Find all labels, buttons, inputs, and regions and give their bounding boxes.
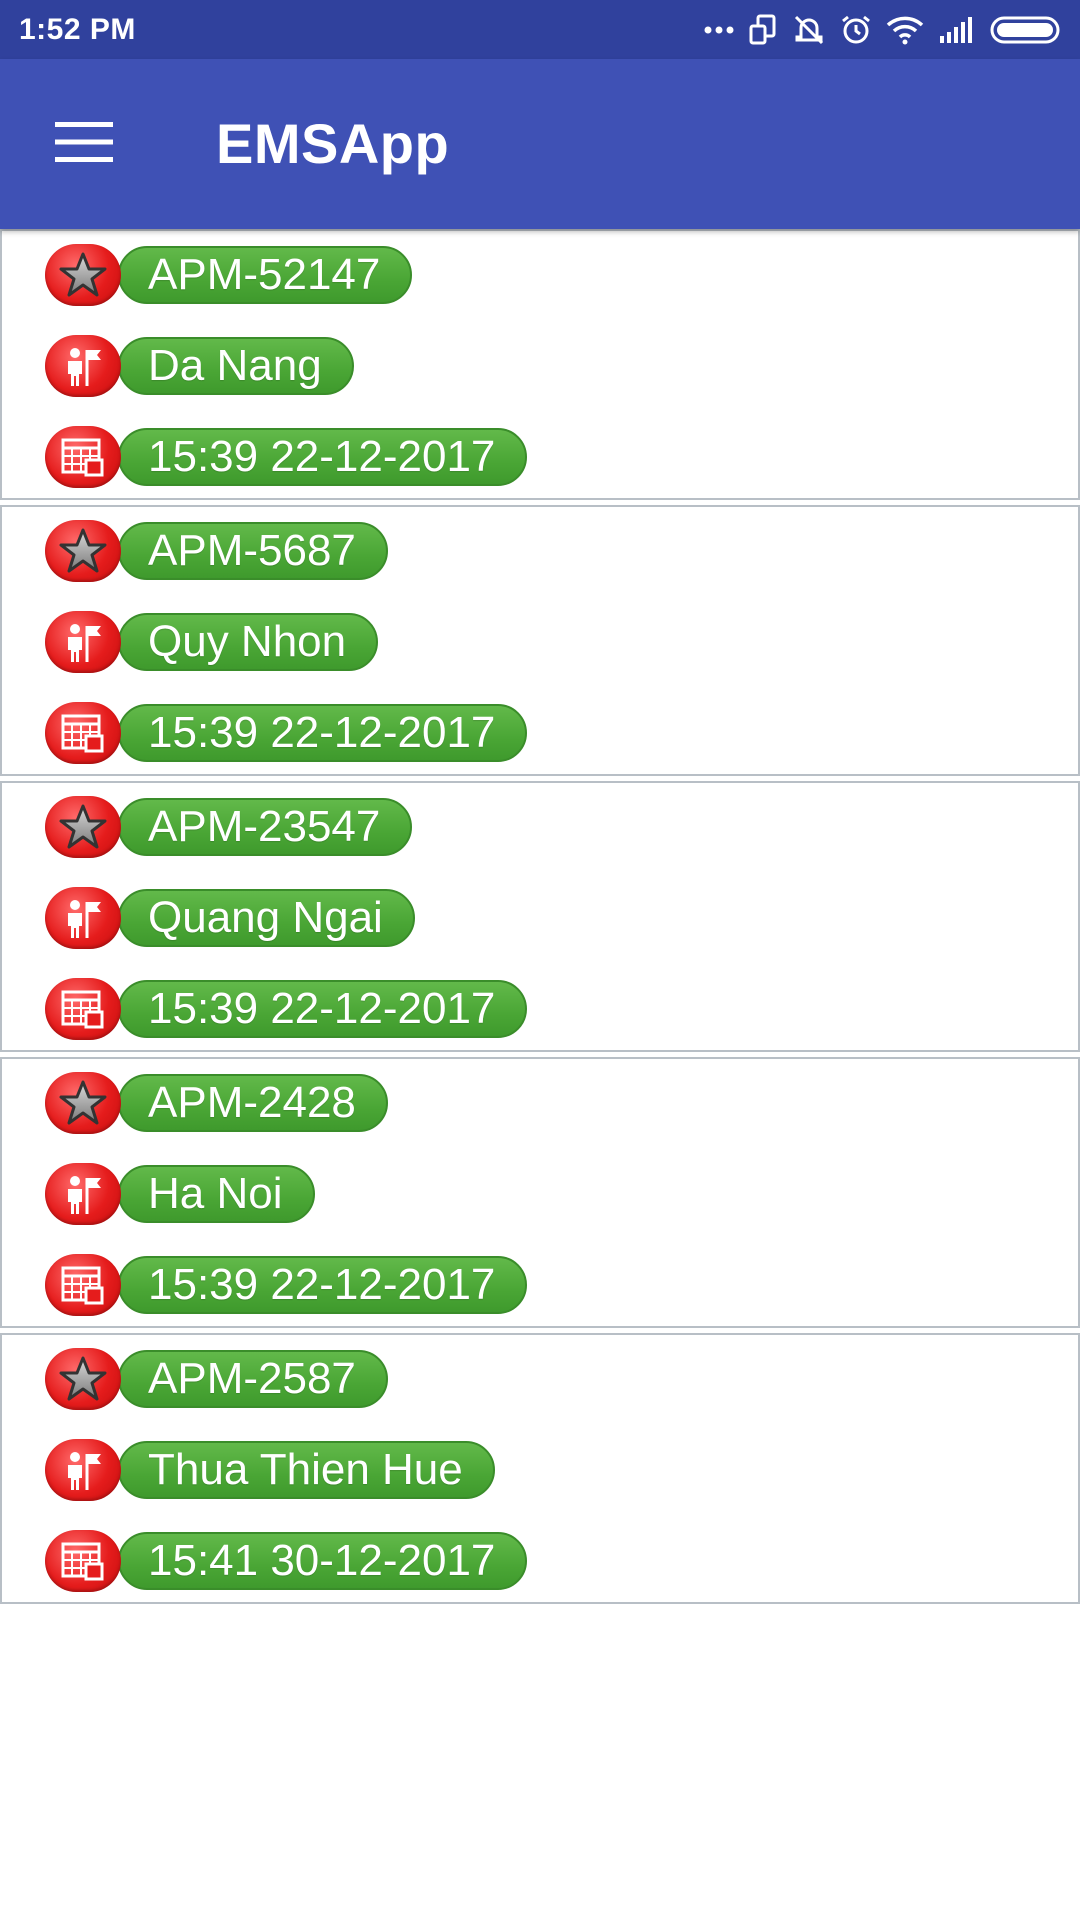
location-row: Quy Nhon [45, 610, 379, 674]
screen-rotate-icon [748, 14, 778, 46]
menu-button[interactable] [44, 111, 124, 177]
datetime-row: 15:41 30-12-2017 [45, 1529, 528, 1593]
location-row: Ha Noi [45, 1162, 315, 1226]
calendar-icon [45, 1530, 121, 1592]
alarm-icon [840, 14, 872, 46]
person-flag-icon [45, 887, 121, 949]
list-item[interactable]: APM-5687 Quy Nhon 15:39 22-12-2017 [0, 505, 1080, 776]
more-dots-icon [704, 25, 734, 35]
wifi-icon [886, 15, 924, 45]
datetime-pill: 15:39 22-12-2017 [118, 980, 528, 1038]
datetime-pill: 15:39 22-12-2017 [118, 1256, 528, 1314]
list-item[interactable]: APM-2587 Thua Thien Hue 15:41 30-12-2017 [0, 1333, 1080, 1604]
star-icon [45, 796, 121, 858]
apm-list: APM-52147 Da Nang 15:39 22-12-2017 APM-5… [0, 229, 1080, 1609]
code-row: APM-5687 [45, 519, 388, 583]
code-pill: APM-2587 [118, 1350, 388, 1408]
code-pill: APM-5687 [118, 522, 388, 580]
datetime-pill: 15:39 22-12-2017 [118, 704, 528, 762]
datetime-row: 15:39 22-12-2017 [45, 701, 528, 765]
app-bar: EMSApp [0, 59, 1080, 229]
screen: 1:52 PM EMSApp APM-52147 Da Nang 15:39 2… [0, 0, 1080, 1920]
calendar-icon [45, 1254, 121, 1316]
list-item[interactable]: APM-2428 Ha Noi 15:39 22-12-2017 [0, 1057, 1080, 1328]
datetime-row: 15:39 22-12-2017 [45, 977, 528, 1041]
datetime-row: 15:39 22-12-2017 [45, 1253, 528, 1317]
location-pill: Quy Nhon [118, 613, 379, 671]
location-row: Thua Thien Hue [45, 1438, 495, 1502]
list-item[interactable]: APM-23547 Quang Ngai 15:39 22-12-2017 [0, 781, 1080, 1052]
location-row: Da Nang [45, 334, 354, 398]
silent-icon [792, 13, 826, 47]
battery-icon [990, 14, 1062, 46]
calendar-icon [45, 978, 121, 1040]
status-bar: 1:52 PM [0, 0, 1080, 59]
status-time: 1:52 PM [19, 12, 136, 46]
location-pill: Da Nang [118, 337, 354, 395]
code-pill: APM-23547 [118, 798, 413, 856]
code-pill: APM-52147 [118, 246, 413, 304]
star-icon [45, 1348, 121, 1410]
star-icon [45, 244, 121, 306]
hamburger-menu-icon [55, 121, 113, 168]
location-row: Quang Ngai [45, 886, 415, 950]
code-row: APM-23547 [45, 795, 413, 859]
code-row: APM-52147 [45, 243, 413, 307]
list-item[interactable]: APM-52147 Da Nang 15:39 22-12-2017 [0, 229, 1080, 500]
person-flag-icon [45, 1163, 121, 1225]
calendar-icon [45, 702, 121, 764]
calendar-icon [45, 426, 121, 488]
datetime-row: 15:39 22-12-2017 [45, 425, 528, 489]
status-icons [704, 13, 1062, 47]
app-title: EMSApp [216, 112, 450, 175]
location-pill: Quang Ngai [118, 889, 415, 947]
code-pill: APM-2428 [118, 1074, 388, 1132]
datetime-pill: 15:41 30-12-2017 [118, 1532, 528, 1590]
star-icon [45, 1072, 121, 1134]
code-row: APM-2428 [45, 1071, 388, 1135]
person-flag-icon [45, 1439, 121, 1501]
location-pill: Ha Noi [118, 1165, 315, 1223]
person-flag-icon [45, 611, 121, 673]
code-row: APM-2587 [45, 1347, 388, 1411]
location-pill: Thua Thien Hue [118, 1441, 495, 1499]
person-flag-icon [45, 335, 121, 397]
datetime-pill: 15:39 22-12-2017 [118, 428, 528, 486]
star-icon [45, 520, 121, 582]
signal-icon [938, 16, 976, 44]
